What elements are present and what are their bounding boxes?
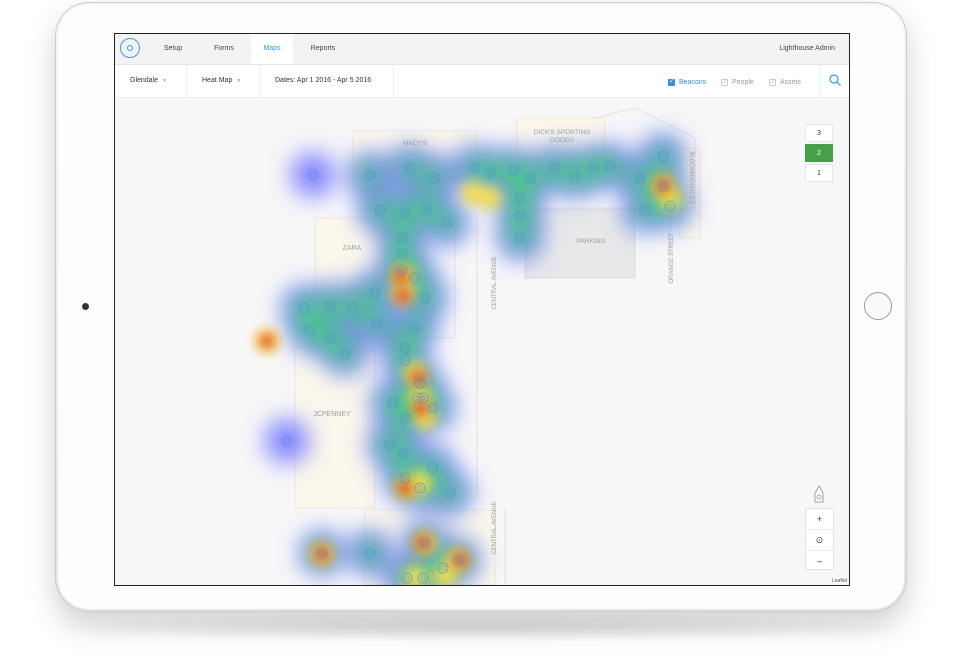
label-dicks: DICK'S SPORTING — [534, 129, 591, 136]
tab-forms[interactable]: Forms — [203, 34, 245, 64]
search-icon — [829, 74, 841, 86]
map-attribution[interactable]: Leaflet — [832, 578, 847, 584]
label-macys: MACY'S — [403, 140, 428, 147]
checkbox-icon: ✓ — [721, 78, 728, 86]
zoom-in-button[interactable]: + — [806, 509, 833, 530]
view-value: Heat Map — [202, 77, 233, 84]
app-screen: Setup Forms Maps Reports Lighthouse Admi… — [114, 33, 850, 586]
lighthouse-logo-icon[interactable] — [120, 38, 140, 58]
label-central-avenue-bottom: CENTRAL AVENUE — [492, 501, 498, 554]
layer-beacons-checkbox[interactable]: ✓ Beacons — [668, 77, 706, 87]
chevron-down-icon: ▼ — [236, 78, 242, 84]
locate-button[interactable]: ⊙ — [806, 530, 833, 551]
label-target: TARGET — [404, 559, 430, 566]
home-button[interactable] — [864, 292, 892, 320]
label-bloomingdales: BLOOMINGDALE'S — [688, 151, 694, 204]
heat-map[interactable]: MACY'S DICK'S SPORTING GOODS PARKING ZAR… — [115, 98, 849, 585]
tab-maps[interactable]: Maps — [251, 34, 293, 64]
zoom-control: + ⊙ – — [805, 508, 834, 570]
floor-3-button[interactable]: 3 — [805, 124, 833, 142]
top-navigation: Setup Forms Maps Reports Lighthouse Admi… — [115, 34, 849, 65]
chevron-down-icon: ▼ — [162, 78, 167, 84]
checkbox-icon: ✓ — [769, 78, 776, 86]
label-parking: PARKING — [577, 238, 606, 245]
layer-people-checkbox[interactable]: ✓ People — [721, 77, 754, 87]
device-shadow — [40, 612, 920, 642]
checkbox-checked-icon: ✓ — [668, 78, 675, 86]
compass-icon[interactable] — [812, 485, 826, 505]
layer-people-label: People — [732, 78, 754, 86]
tab-setup[interactable]: Setup — [153, 34, 193, 64]
layer-beacons-label: Beacons — [679, 78, 707, 86]
location-value: Glendale — [130, 77, 159, 84]
location-dropdown[interactable]: Glendale ▼ — [130, 65, 167, 97]
layer-assets-checkbox[interactable]: ✓ Assets — [769, 77, 801, 87]
label-jcpenney: JCPENNEY — [313, 411, 351, 418]
floor-plan: MACY'S DICK'S SPORTING GOODS PARKING ZAR… — [255, 107, 701, 585]
floor-1-button[interactable]: 1 — [805, 164, 833, 182]
camera-icon — [82, 303, 89, 310]
floor-2-button[interactable]: 2 — [805, 144, 833, 162]
zoom-out-button[interactable]: – — [806, 551, 833, 571]
label-orange-street: ORANGE STREET — [669, 232, 675, 284]
label-dicks-2: GOODS — [550, 137, 575, 144]
label-zara: ZARA — [343, 245, 362, 252]
layer-assets-label: Assets — [780, 78, 802, 86]
filter-bar: Glendale ▼ Heat Map ▼ Dates: Apr 1 2016 - … — [115, 65, 849, 98]
tab-reports[interactable]: Reports — [301, 34, 345, 64]
view-dropdown[interactable]: Heat Map ▼ — [202, 65, 241, 97]
user-menu[interactable]: Lighthouse Admin — [779, 34, 835, 64]
date-range-picker[interactable]: Dates: Apr 1 2016 - Apr 5 2016 — [275, 65, 371, 97]
search-button[interactable] — [820, 65, 849, 97]
label-central-avenue-top: CENTRAL AVENUE — [492, 256, 498, 309]
